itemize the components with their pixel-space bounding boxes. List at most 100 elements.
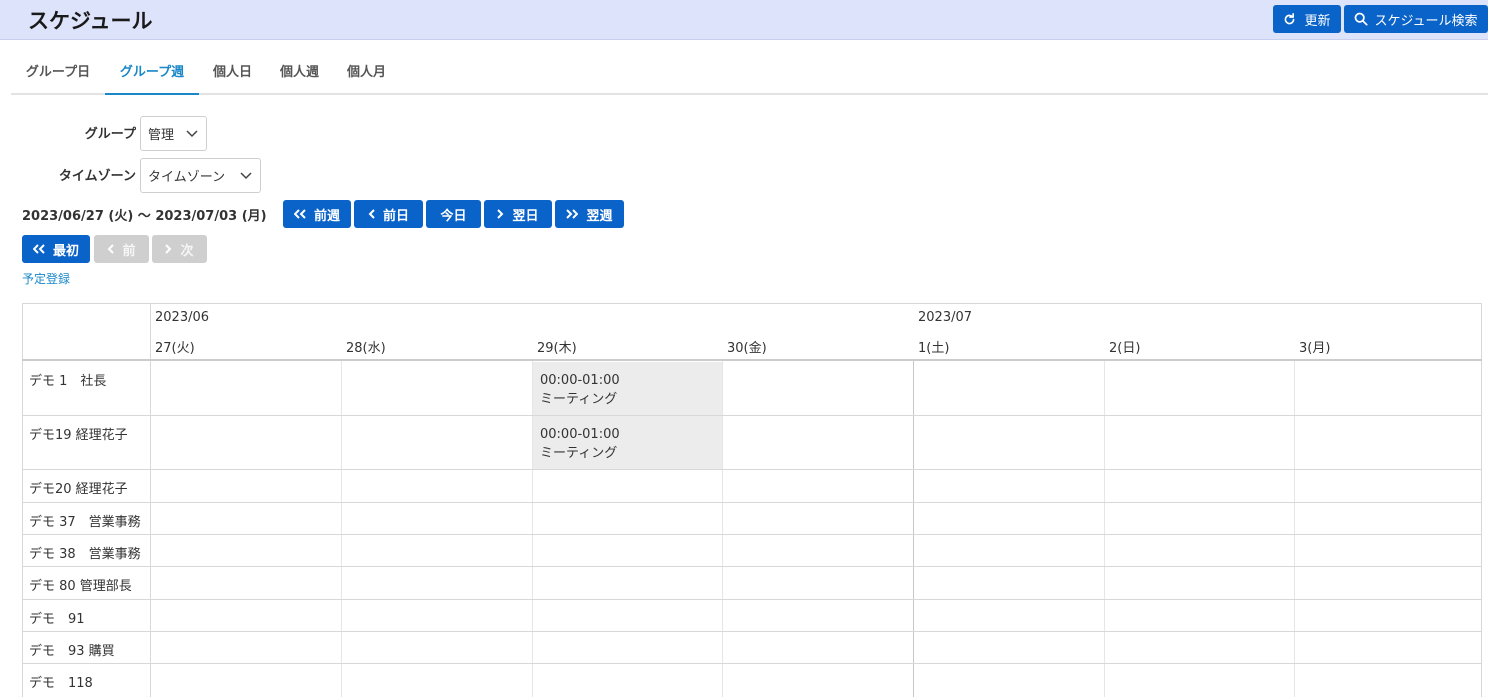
schedule-cell[interactable] [150,599,341,631]
schedule-cell[interactable] [341,566,532,599]
timezone-select-value: タイムゾーン [148,170,226,185]
app-header: スケジュール 更新 スケジュール検索 [0,0,1488,40]
schedule-cell[interactable] [1104,631,1294,663]
schedule-cell[interactable] [1294,534,1481,566]
schedule-cell[interactable] [532,534,722,566]
timezone-label: タイムゾーン [58,169,136,184]
prev-week-button[interactable]: 前週 [283,200,351,228]
tab-personal-month[interactable]: 個人月 [333,54,400,95]
schedule-cell[interactable] [1104,599,1294,631]
schedule-cell[interactable] [722,534,913,566]
schedule-cell[interactable] [150,361,341,415]
schedule-cell[interactable] [150,502,341,534]
schedule-cell[interactable] [532,566,722,599]
prev-day-button[interactable]: 前日 [354,200,423,228]
schedule-cell[interactable] [913,361,1104,415]
next-page-button[interactable]: 次 [152,235,207,263]
schedule-cell[interactable] [1104,469,1294,502]
schedule-cell[interactable] [341,502,532,534]
schedule-cell[interactable] [341,415,532,469]
schedule-cell[interactable] [1294,663,1481,697]
prev-page-button[interactable]: 前 [94,235,149,263]
schedule-cell[interactable] [1294,502,1481,534]
next-day-button[interactable]: 翌日 [484,200,552,228]
schedule-cell[interactable] [150,631,341,663]
schedule-cell[interactable] [1104,534,1294,566]
schedule-cell[interactable] [341,469,532,502]
prev-day-label: 前日 [382,208,409,224]
tab-group-week[interactable]: グループ週 [105,54,199,95]
schedule-cell[interactable] [150,566,341,599]
schedule-cell[interactable] [532,663,722,697]
schedule-cell[interactable] [722,566,913,599]
schedule-cell[interactable] [150,663,341,697]
schedule-cell[interactable] [913,663,1104,697]
tab-personal-day[interactable]: 個人日 [199,54,266,95]
schedule-cell[interactable] [1104,502,1294,534]
schedule-cell[interactable] [150,415,341,469]
schedule-cell[interactable] [1294,415,1481,469]
register-schedule-link[interactable]: 予定登録 [22,270,70,287]
next-week-label: 翌週 [586,208,613,224]
grid-line [22,663,1482,664]
schedule-cell[interactable] [913,415,1104,469]
today-button[interactable]: 今日 [426,200,481,228]
schedule-cell[interactable] [341,631,532,663]
tab-group-day[interactable]: グループ日 [11,54,105,95]
timezone-select[interactable]: タイムゾーン [140,158,261,193]
tab-personal-week[interactable]: 個人週 [266,54,333,95]
grid-header-separator [22,359,1482,361]
schedule-cell[interactable] [532,631,722,663]
month-header: 2023/06 [155,310,210,325]
schedule-cell[interactable] [1104,361,1294,415]
schedule-cell[interactable] [1294,566,1481,599]
schedule-cell[interactable] [1294,631,1481,663]
schedule-cell[interactable] [532,469,722,502]
schedule-cell[interactable] [341,599,532,631]
schedule-cell[interactable] [722,469,913,502]
schedule-cell[interactable] [1294,361,1481,415]
schedule-cell[interactable] [913,566,1104,599]
schedule-cell[interactable] [1104,415,1294,469]
schedule-cell[interactable] [1104,663,1294,697]
refresh-button[interactable]: 更新 [1273,5,1341,33]
schedule-search-label: スケジュール検索 [1374,13,1478,29]
schedule-cell[interactable] [722,663,913,697]
schedule-cell[interactable] [913,534,1104,566]
schedule-cell[interactable] [913,631,1104,663]
schedule-cell[interactable] [1294,599,1481,631]
schedule-cell[interactable] [150,534,341,566]
schedule-cell[interactable] [341,663,532,697]
schedule-cell[interactable] [913,469,1104,502]
grid-line [22,534,1482,535]
day-header: 3(月) [1299,341,1331,356]
schedule-cell[interactable] [341,361,532,415]
schedule-cell[interactable] [722,361,913,415]
schedule-event[interactable]: 00:00-01:00 ミーティング [533,362,722,415]
schedule-cell[interactable] [1104,566,1294,599]
next-page-label: 次 [180,243,194,259]
grid-line [341,359,342,697]
schedule-cell[interactable] [913,599,1104,631]
schedule-cell[interactable] [913,502,1104,534]
schedule-cell[interactable] [341,534,532,566]
group-label: グループ [84,127,136,142]
schedule-cell[interactable] [722,599,913,631]
schedule-cell[interactable] [722,502,913,534]
schedule-cell[interactable] [150,469,341,502]
group-select[interactable]: 管理 [140,116,207,151]
schedule-cell[interactable] [532,502,722,534]
grid-line [22,566,1482,567]
schedule-event[interactable]: 00:00-01:00 ミーティング [533,416,722,469]
next-week-button[interactable]: 翌週 [555,200,624,228]
refresh-button-label: 更新 [1304,13,1331,29]
schedule-cell[interactable] [532,599,722,631]
grid-border [1481,303,1482,697]
schedule-cell[interactable] [722,415,913,469]
first-page-button[interactable]: 最初 [22,235,90,263]
schedule-cell[interactable] [722,631,913,663]
schedule-search-button[interactable]: スケジュール検索 [1344,5,1488,33]
day-header: 2(日) [1109,341,1141,356]
chevron-right-icon [497,209,504,219]
schedule-cell[interactable] [1294,469,1481,502]
